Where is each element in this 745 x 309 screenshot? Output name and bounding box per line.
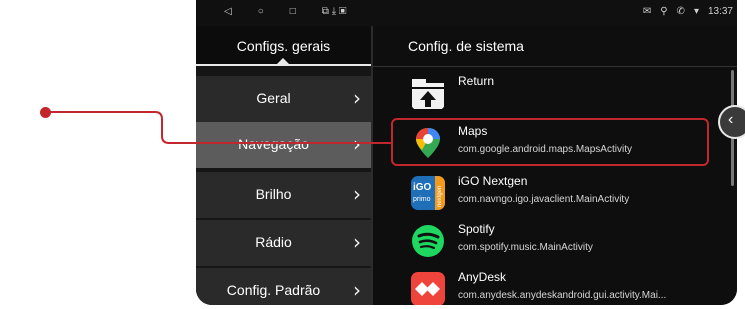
left-panel-header: Configs. gerais xyxy=(196,26,371,66)
anydesk-icon xyxy=(411,272,445,305)
menu-item-label: Rádio xyxy=(255,234,292,250)
location-icon: ⚲ xyxy=(660,6,668,17)
app-name: iGO Nextgen xyxy=(458,174,528,188)
folder-return-icon xyxy=(412,79,444,109)
menu-item-geral[interactable]: Geral › xyxy=(196,76,371,122)
app-row-spotify[interactable]: Spotify com.spotify.music.MainActivity xyxy=(373,218,721,264)
menu-item-label: Brilho xyxy=(255,186,292,202)
svg-text:nextgen: nextgen xyxy=(437,186,443,207)
chevron-right-icon: › xyxy=(353,182,361,206)
clock: 13:37 xyxy=(707,6,733,17)
app-name: AnyDesk xyxy=(458,270,507,284)
app-name: Return xyxy=(458,74,495,88)
app-package: com.navngo.igo.javaclient.MainActivity xyxy=(458,194,630,205)
left-panel-title: Configs. gerais xyxy=(236,38,331,54)
svg-text:primo: primo xyxy=(413,196,431,203)
message-icon: ✉ xyxy=(642,6,652,17)
header-divider xyxy=(373,66,737,67)
right-panel-title: Config. de sistema xyxy=(408,38,524,54)
status-bar: ◁ ○ □ ⧉ ⤓ ▣ ✉ ⚲ ✆ ▾ 13:37 xyxy=(196,0,737,26)
app-package: com.spotify.music.MainActivity xyxy=(458,242,593,253)
menu-item-config-padrao[interactable]: Config. Padrão › xyxy=(196,268,371,305)
chevron-right-icon: › xyxy=(353,230,361,254)
general-settings-panel: Configs. gerais Geral › Navegação › Bril… xyxy=(196,26,371,305)
app-package: com.anydesk.anydeskandroid.gui.activity.… xyxy=(458,290,667,301)
chevron-right-icon: › xyxy=(353,278,361,302)
wifi-icon: ▾ xyxy=(693,6,699,17)
menu-item-label: Config. Padrão xyxy=(226,282,321,298)
chevron-right-icon: › xyxy=(353,86,361,110)
app-row-anydesk[interactable]: AnyDesk com.anydesk.anydeskandroid.gui.a… xyxy=(373,266,721,305)
menu-item-navegacao[interactable]: Navegação › xyxy=(196,122,371,168)
spotify-icon xyxy=(412,225,444,257)
menu-item-radio[interactable]: Rádio › xyxy=(196,220,371,266)
home-icon[interactable]: ○ xyxy=(258,6,264,17)
menu-item-label: Navegação xyxy=(238,136,309,152)
chevron-right-icon: › xyxy=(353,132,361,156)
recent-icon[interactable]: □ xyxy=(290,6,296,17)
app-row-igo[interactable]: iGO primo nextgen iGO Nextgen com.navngo… xyxy=(373,170,721,216)
back-icon[interactable]: ◁ xyxy=(224,6,232,17)
phone-icon: ✆ xyxy=(676,6,685,17)
chevron-left-icon: ‹ xyxy=(728,111,734,128)
svg-text:iGO: iGO xyxy=(413,182,432,193)
menu-item-brilho[interactable]: Brilho › xyxy=(196,172,371,218)
maps-highlight-box xyxy=(391,118,709,166)
cast-icon: ⧉ ⤓ ▣ xyxy=(321,6,347,17)
app-name: Spotify xyxy=(458,222,495,236)
tab-indicator xyxy=(196,64,371,66)
menu-item-label: Geral xyxy=(256,90,291,106)
app-row-return[interactable]: Return xyxy=(373,70,721,116)
side-drawer-handle[interactable]: ‹ xyxy=(718,105,745,139)
annotation-dot xyxy=(40,107,51,118)
igo-icon: iGO primo nextgen xyxy=(411,176,445,210)
